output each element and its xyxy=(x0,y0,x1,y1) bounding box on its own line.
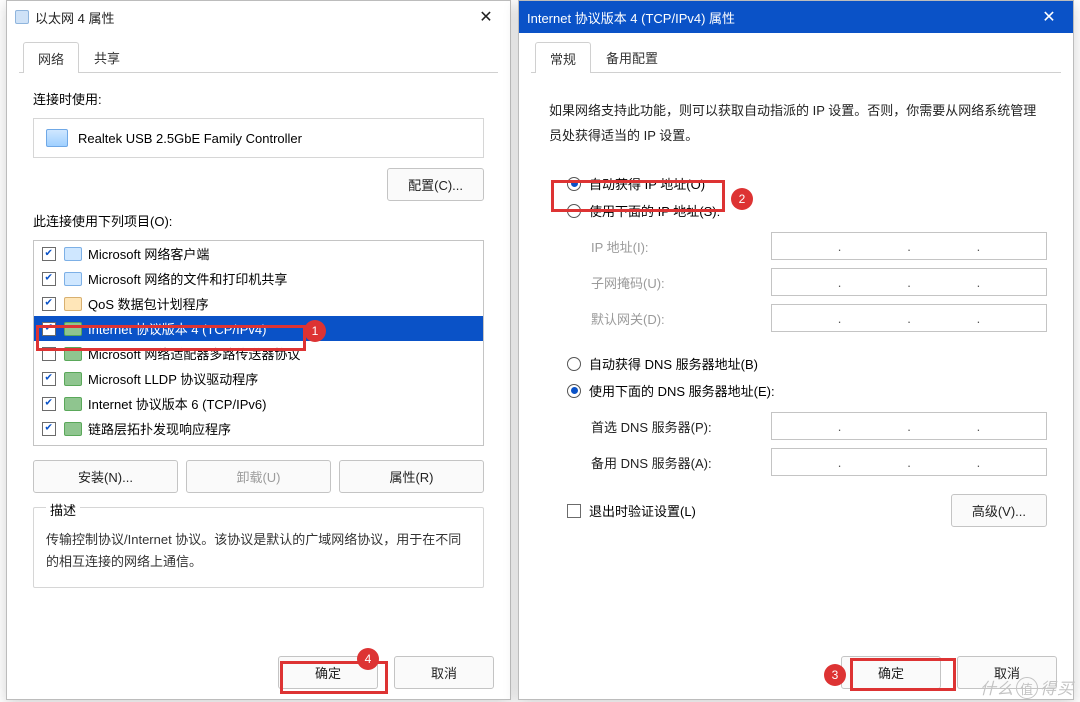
component-list-label: 此连接使用下列项目(O): xyxy=(33,211,484,230)
ip-address-input: ... xyxy=(771,232,1047,260)
adapter-icon xyxy=(46,129,68,147)
uninstall-button: 卸载(U) xyxy=(186,460,331,493)
tabstrip-win2: 常规 备用配置 xyxy=(531,41,1061,73)
component-icon xyxy=(64,397,82,411)
component-icon xyxy=(64,372,82,386)
dns2-label: 备用 DNS 服务器(A): xyxy=(591,453,771,472)
component-label: Internet 协议版本 6 (TCP/IPv6) xyxy=(88,394,266,413)
checkbox-icon[interactable] xyxy=(42,422,56,436)
component-item[interactable]: Internet 协议版本 6 (TCP/IPv6) xyxy=(34,391,483,416)
cancel-button[interactable]: 取消 xyxy=(394,656,494,689)
gateway-input: ... xyxy=(771,304,1047,332)
checkbox-icon[interactable] xyxy=(42,272,56,286)
close-icon[interactable]: ✕ xyxy=(470,7,502,27)
dns-manual-label: 使用下面的 DNS 服务器地址(E): xyxy=(589,381,775,400)
tab-alternate[interactable]: 备用配置 xyxy=(591,41,673,72)
component-item[interactable]: QoS 数据包计划程序 xyxy=(34,291,483,316)
component-icon xyxy=(64,422,82,436)
checkbox-icon[interactable] xyxy=(42,347,56,361)
window1-title: 以太网 4 属性 xyxy=(35,8,114,27)
ethernet-properties-window: 以太网 4 属性 ✕ 网络 共享 连接时使用: Realtek USB 2.5G… xyxy=(6,0,511,700)
description-label: 描述 xyxy=(46,500,80,519)
adapter-name: Realtek USB 2.5GbE Family Controller xyxy=(78,131,302,146)
validate-checkbox[interactable]: 退出时验证设置(L) xyxy=(565,497,698,524)
close-icon[interactable]: ✕ xyxy=(1033,7,1065,27)
subnet-mask-input: ... xyxy=(771,268,1047,296)
ipv4-info-text: 如果网络支持此功能，则可以获取自动指派的 IP 设置。否则，你需要从网络系统管理… xyxy=(549,99,1043,148)
tabstrip-win1: 网络 共享 xyxy=(19,41,498,73)
radio-icon xyxy=(567,357,581,371)
dns-auto-label: 自动获得 DNS 服务器地址(B) xyxy=(589,354,758,373)
radio-ip-auto[interactable]: 自动获得 IP 地址(O) xyxy=(565,170,1047,197)
gateway-label: 默认网关(D): xyxy=(591,309,771,328)
titlebar-win1[interactable]: 以太网 4 属性 ✕ xyxy=(7,1,510,33)
component-item[interactable]: Microsoft 网络适配器多路传送器协议 xyxy=(34,341,483,366)
configure-button[interactable]: 配置(C)... xyxy=(387,168,484,201)
connect-using-label: 连接时使用: xyxy=(33,89,484,108)
install-button[interactable]: 安装(N)... xyxy=(33,460,178,493)
radio-dns-manual[interactable]: 使用下面的 DNS 服务器地址(E): xyxy=(565,377,1047,404)
ok-button[interactable]: 确定 xyxy=(278,656,378,689)
component-icon xyxy=(64,247,82,261)
ip-auto-label: 自动获得 IP 地址(O) xyxy=(589,174,705,193)
checkbox-icon[interactable] xyxy=(42,297,56,311)
component-icon xyxy=(64,347,82,361)
dns1-input[interactable]: ... xyxy=(771,412,1047,440)
component-item[interactable]: Internet 协议版本 4 (TCP/IPv4) xyxy=(34,316,483,341)
checkbox-icon[interactable] xyxy=(42,322,56,336)
radio-icon xyxy=(567,204,581,218)
window2-title: Internet 协议版本 4 (TCP/IPv4) 属性 xyxy=(527,8,735,27)
component-label: Microsoft 网络适配器多路传送器协议 xyxy=(88,344,300,363)
radio-ip-manual[interactable]: 使用下面的 IP 地址(S): xyxy=(565,197,1047,224)
component-list[interactable]: Microsoft 网络客户端 Microsoft 网络的文件和打印机共享 QoS … xyxy=(33,240,484,446)
tab-general[interactable]: 常规 xyxy=(535,42,591,73)
ip-address-label: IP 地址(I): xyxy=(591,237,771,256)
component-item[interactable]: Microsoft 网络客户端 xyxy=(34,241,483,266)
ipv4-properties-window: Internet 协议版本 4 (TCP/IPv4) 属性 ✕ 常规 备用配置 … xyxy=(518,0,1074,700)
tab-share[interactable]: 共享 xyxy=(79,41,135,72)
radio-icon xyxy=(567,384,581,398)
checkbox-icon[interactable] xyxy=(42,397,56,411)
description-text: 传输控制协议/Internet 协议。该协议是默认的广域网络协议，用于在不同的相… xyxy=(46,529,471,573)
component-label: Microsoft LLDP 协议驱动程序 xyxy=(88,369,258,388)
subnet-mask-label: 子网掩码(U): xyxy=(591,273,771,292)
component-item[interactable]: Microsoft LLDP 协议驱动程序 xyxy=(34,366,483,391)
dns1-label: 首选 DNS 服务器(P): xyxy=(591,417,771,436)
component-icon xyxy=(64,322,82,336)
component-label: Microsoft 网络客户端 xyxy=(88,244,209,263)
checkbox-icon xyxy=(567,504,581,518)
ok-button[interactable]: 确定 xyxy=(841,656,941,689)
dns2-input[interactable]: ... xyxy=(771,448,1047,476)
checkbox-icon[interactable] xyxy=(42,247,56,261)
component-label: Internet 协议版本 4 (TCP/IPv4) xyxy=(88,319,266,338)
component-item[interactable]: Microsoft 网络的文件和打印机共享 xyxy=(34,266,483,291)
properties-button[interactable]: 属性(R) xyxy=(339,460,484,493)
component-icon xyxy=(64,297,82,311)
component-icon xyxy=(64,272,82,286)
cancel-button[interactable]: 取消 xyxy=(957,656,1057,689)
component-label: QoS 数据包计划程序 xyxy=(88,294,209,313)
component-label: 链路层拓扑发现响应程序 xyxy=(88,419,231,438)
validate-label: 退出时验证设置(L) xyxy=(589,501,696,520)
advanced-button[interactable]: 高级(V)... xyxy=(951,494,1047,527)
ethernet-icon xyxy=(15,10,29,24)
component-item[interactable]: 链路层拓扑发现响应程序 xyxy=(34,416,483,441)
tab-network[interactable]: 网络 xyxy=(23,42,79,73)
radio-dns-auto[interactable]: 自动获得 DNS 服务器地址(B) xyxy=(565,350,1047,377)
titlebar-win2[interactable]: Internet 协议版本 4 (TCP/IPv4) 属性 ✕ xyxy=(519,1,1073,33)
radio-icon xyxy=(567,177,581,191)
ip-manual-label: 使用下面的 IP 地址(S): xyxy=(589,201,720,220)
adapter-box[interactable]: Realtek USB 2.5GbE Family Controller xyxy=(33,118,484,158)
component-label: Microsoft 网络的文件和打印机共享 xyxy=(88,269,287,288)
checkbox-icon[interactable] xyxy=(42,372,56,386)
